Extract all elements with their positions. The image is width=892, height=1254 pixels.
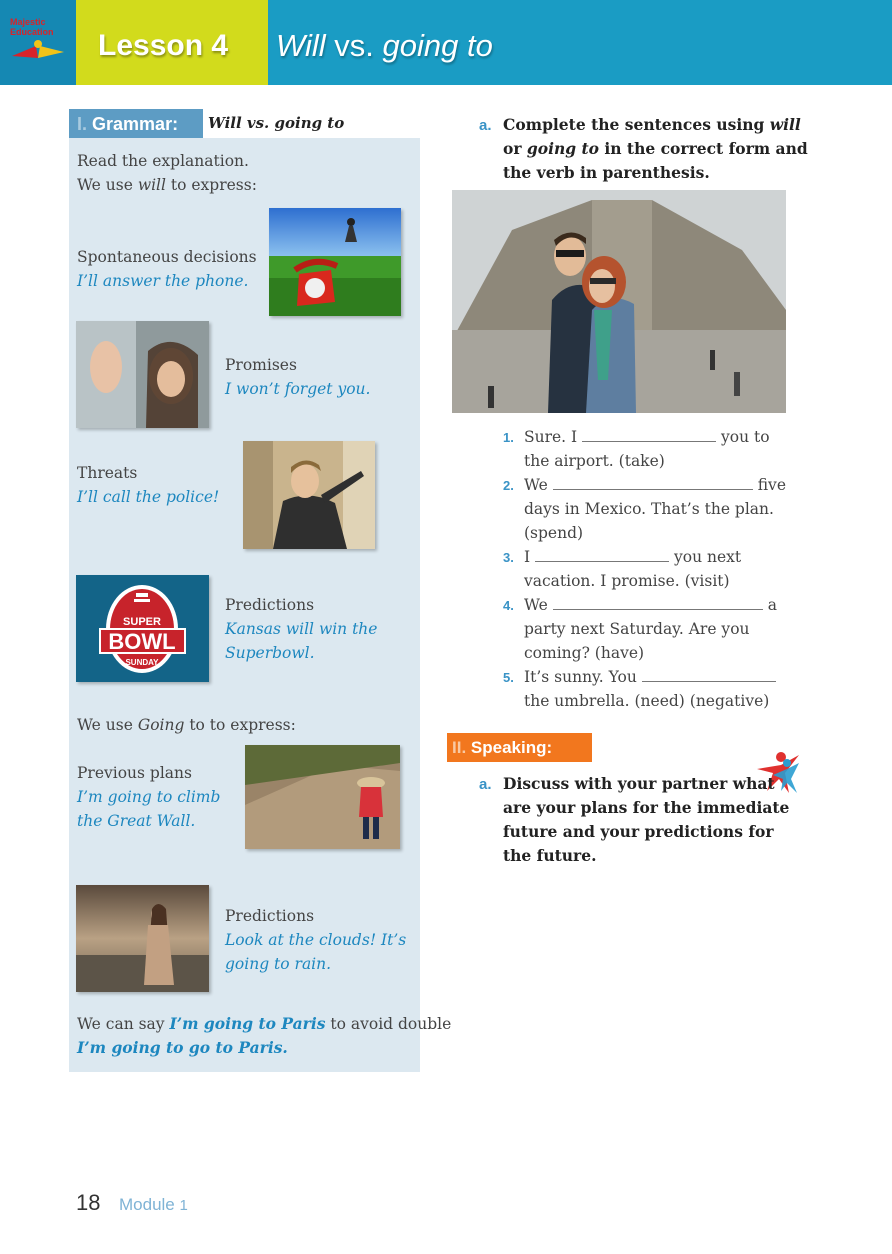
question-2-line-3: (spend) bbox=[524, 524, 584, 542]
superbowl-text-bowl: BOWL bbox=[108, 629, 175, 654]
page-number: 18 bbox=[76, 1190, 101, 1215]
woman-cloudy-sky-image bbox=[76, 885, 209, 992]
question-3-number: 3. bbox=[503, 550, 514, 565]
exercise-a-instruction-3: the verb in parenthesis. bbox=[503, 163, 710, 182]
question-2-line-2: days in Mexico. That’s the plan. bbox=[524, 500, 774, 518]
lesson-title: Will vs. going to bbox=[276, 28, 493, 63]
question-3-blank[interactable] bbox=[535, 547, 670, 562]
example-predictions-going-2: going to rain. bbox=[225, 955, 332, 973]
example-predictions-going-1: Look at the clouds! It’s bbox=[225, 931, 407, 949]
phone-in-grass-image bbox=[269, 208, 401, 316]
use-heading-spontaneous: Spontaneous decisions bbox=[77, 248, 257, 266]
example-predictions-will-2: Superbowl. bbox=[225, 644, 315, 662]
use-heading-promises: Promises bbox=[225, 356, 297, 374]
couple-at-pyramid-image bbox=[452, 190, 786, 413]
man-pointing-image bbox=[243, 441, 375, 549]
question-4-line-1: We a bbox=[524, 595, 777, 614]
intro-line-1: Read the explanation. bbox=[77, 152, 249, 170]
exercise-a-letter: a. bbox=[479, 117, 492, 134]
question-4-number: 4. bbox=[503, 598, 514, 613]
speaking-a-letter: a. bbox=[479, 776, 492, 793]
double-going-example: I’m going to go to Paris. bbox=[77, 1038, 288, 1057]
grammar-subtitle: Will vs. going to bbox=[208, 114, 345, 132]
question-1-number: 1. bbox=[503, 430, 514, 445]
question-3-line-2: vacation. I promise. (visit) bbox=[524, 572, 730, 590]
example-spontaneous: I’ll answer the phone. bbox=[77, 272, 249, 290]
woman-at-window-image bbox=[76, 321, 209, 428]
question-4-line-2: party next Saturday. Are you bbox=[524, 620, 750, 638]
publisher-logo: Majestic Education bbox=[0, 0, 76, 85]
double-going-note: We can say I’m going to Paris to avoid d… bbox=[77, 1014, 452, 1033]
exercise-a-instruction-2: or going to in the correct form and bbox=[503, 139, 808, 158]
example-threats: I’ll call the police! bbox=[77, 488, 220, 506]
logo-book-icon bbox=[12, 40, 64, 58]
logo-text: Majestic Education bbox=[10, 17, 54, 37]
speaking-heading: II. Speaking: bbox=[452, 738, 553, 757]
example-promises: I won’t forget you. bbox=[225, 380, 371, 398]
superbowl-text-super: SUPER bbox=[123, 616, 161, 628]
question-5-line-1: It’s sunny. You bbox=[524, 665, 776, 689]
use-heading-predictions-will: Predictions bbox=[225, 596, 315, 614]
grammar-heading: I. Grammar: bbox=[77, 114, 179, 134]
question-3-line-1: I you next bbox=[524, 547, 742, 566]
module-label: Module 1 bbox=[119, 1195, 188, 1214]
question-2-blank[interactable] bbox=[552, 475, 753, 490]
question-2-number: 2. bbox=[503, 478, 514, 493]
question-1-blank[interactable] bbox=[582, 427, 717, 442]
question-5-blank[interactable] bbox=[641, 667, 776, 682]
example-predictions-will-1: Kansas will win the bbox=[225, 620, 378, 638]
example-plans-2: the Great Wall. bbox=[77, 812, 196, 830]
question-1-line-2: the airport. (take) bbox=[524, 452, 665, 470]
superbowl-text-sunday: SUNDAY bbox=[125, 658, 159, 667]
lesson-number: Lesson 4 bbox=[98, 29, 229, 62]
question-4-blank[interactable] bbox=[552, 595, 763, 610]
speaking-line-2: are your plans for the immediate bbox=[503, 798, 790, 817]
question-1-line-1: Sure. I you to bbox=[524, 427, 770, 446]
use-heading-predictions-going: Predictions bbox=[225, 907, 315, 925]
great-wall-image bbox=[245, 745, 400, 849]
question-5-number: 5. bbox=[503, 670, 514, 685]
speaking-line-4: the future. bbox=[503, 846, 597, 865]
intro-line-2: We use will to express: bbox=[77, 176, 257, 194]
speaking-line-3: future and your predictions for bbox=[503, 822, 774, 841]
exercise-a-instruction-1: Complete the sentences using will bbox=[503, 115, 801, 134]
question-4-line-3: coming? (have) bbox=[524, 644, 645, 662]
question-5-line-2: the umbrella. (need) (negative) bbox=[524, 692, 770, 710]
speaking-line-1: Discuss with your partner what bbox=[503, 774, 775, 793]
example-plans-1: I’m going to climb bbox=[77, 788, 221, 806]
question-2-line-1: We five bbox=[524, 475, 786, 494]
going-intro: We use Going to to express: bbox=[77, 716, 296, 734]
superbowl-logo-image: SUPER BOWL SUNDAY bbox=[76, 575, 209, 682]
use-heading-plans: Previous plans bbox=[77, 764, 192, 782]
use-heading-threats: Threats bbox=[77, 464, 138, 482]
